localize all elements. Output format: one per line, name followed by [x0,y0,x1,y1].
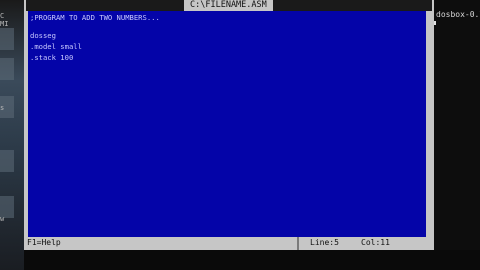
code-line: .model small [30,42,82,51]
code-line: ;PROGRAM TO ADD TWO NUMBERS... [30,13,160,22]
editor-window: C:\FILENAME.ASM ;PROGRAM TO ADD TWO NUMB… [24,0,434,250]
code-line: .stack 100 [30,53,74,62]
file-title: C:\FILENAME.ASM [184,0,273,11]
help-hint[interactable]: F1=Help [27,238,61,247]
desktop-label: MI [0,20,9,28]
title-bar: C:\FILENAME.ASM [24,0,434,11]
desktop-icon[interactable] [0,28,14,50]
desktop-bottom [24,250,480,270]
desktop-icon[interactable] [0,58,14,80]
code-line: dosseg [30,31,56,40]
desktop-label: s [0,104,5,112]
desktop-icon[interactable] [0,150,14,172]
dosbox-window-label[interactable]: dosbox-0.7 [436,10,480,19]
desktop-right-strip [432,0,480,270]
desktop-label: w [0,215,5,223]
column-indicator: Col:11 [361,238,390,247]
editor-text-area[interactable]: ;PROGRAM TO ADD TWO NUMBERS... dosseg .m… [28,11,426,237]
vertical-scrollbar[interactable] [426,11,432,237]
status-bar: F1=Help Line:5 Col:11 [24,237,434,250]
status-divider [297,237,299,250]
line-indicator: Line:5 [310,238,339,247]
desktop-label: C [0,12,5,20]
